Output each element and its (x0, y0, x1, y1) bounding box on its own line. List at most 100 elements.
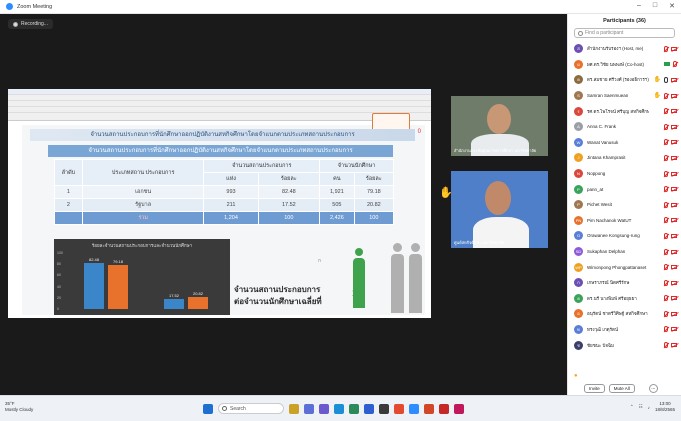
camera-off-icon (671, 327, 677, 332)
taskbar-search[interactable]: Search (218, 403, 284, 414)
col-student-group: จำนวนนักศึกษา (319, 159, 394, 173)
start-icon[interactable] (203, 403, 213, 414)
table-row: 1 เอกชน 993 82.48 1,921 79.18 (54, 185, 395, 199)
participant-name: ดร.นรี นางพิมพ์ ศรีอยุธยา (587, 295, 637, 301)
participant-name: Anna C. Frank (587, 124, 617, 130)
minimize-icon[interactable]: – (637, 2, 641, 10)
zoom-icon[interactable] (409, 403, 419, 414)
wifi-icon[interactable]: ☷ (639, 404, 643, 410)
chrome-icon[interactable] (394, 403, 404, 414)
more-options-button[interactable]: ... (648, 383, 658, 393)
camera-off-icon (671, 249, 677, 254)
data-table: ลำดับ ประเภทสถาน ประกอบการ จำนวนสถานประก… (54, 159, 395, 225)
participant-row[interactable]: PN Pim Nachanok WatUT (568, 213, 681, 229)
participant-row[interactable]: ด ดร.นรี นางพิมพ์ ศรีอยุธยา (568, 291, 681, 307)
participant-row[interactable]: ส สำนักงานรับรองฯ (Host, me) (568, 41, 681, 57)
acrobat-icon[interactable] (439, 403, 449, 414)
file-explorer-icon[interactable] (289, 403, 299, 414)
slide-header: จำนวนสถานประกอบการที่นักศึกษาออกปฏิบัติง… (30, 129, 415, 141)
participant-status (664, 123, 677, 130)
cell-type: รัฐบาล (81, 198, 205, 212)
mic-muted-icon (664, 139, 668, 146)
participant-row[interactable]: ด ดร.สมชาย ศรีวงศ์ (รองอธิการฯ) ✋ (568, 72, 681, 88)
participant-row[interactable]: ผ ผศ.ดร.วิชัย นพพงษ์ (Co-host) (568, 57, 681, 73)
participant-row[interactable]: ร รศ.ดร.ไพโรจน์ ศรีบุญ สหกิจศึกษา (568, 103, 681, 119)
video-tile-1[interactable]: สำนักงานประกันคุณภาพการศึกษา มหาวิทยาลัย (451, 96, 548, 156)
y-tick-label: 40 (57, 284, 61, 289)
person-figure-green (352, 248, 366, 308)
recording-label: Recording... (21, 21, 48, 27)
shared-app-toolbar (8, 89, 431, 121)
data-label: 82.48 (88, 256, 99, 262)
weather-widget[interactable]: 35°F Mostly Cloudy (5, 401, 33, 413)
ratio-line-1: จำนวนสถานประกอบการ (234, 284, 321, 294)
y-tick-label: 0 (57, 307, 59, 311)
maximize-icon[interactable]: □ (653, 2, 657, 10)
participant-row[interactable]: O Orawanee Kongsung-rung (568, 228, 681, 244)
avatar: ช (574, 340, 583, 350)
col-type: ประเภทสถาน ประกอบการ (81, 159, 205, 186)
word-icon[interactable] (364, 403, 374, 414)
participant-row[interactable]: SD Sukaphan Delphan (568, 244, 681, 260)
cell-count-pct: 17.52 (257, 198, 321, 212)
participant-status (664, 279, 677, 286)
data-label: 17.52 (168, 293, 179, 299)
avatar: ด (574, 293, 583, 303)
camera-off-icon (671, 93, 677, 98)
cell-seq: 2 (54, 198, 83, 212)
participant-row[interactable]: Ppann_at (568, 181, 681, 197)
participant-row[interactable]: A Anna C. Frank (568, 119, 681, 135)
data-label: 79.18 (112, 258, 123, 264)
camera-off-icon (671, 233, 677, 238)
mute-all-button[interactable]: Mute All (608, 383, 635, 393)
mic-icon (664, 76, 668, 83)
participant-row[interactable]: ท ทรงวุฒิ เกตุรัตน์ (568, 322, 681, 338)
participant-row[interactable]: อ อนุรัตน์ ชาตรีวิศิษฐ์ สหกิจศึกษา (568, 306, 681, 322)
col-seq: ลำดับ (54, 159, 83, 186)
avatar: P (574, 200, 583, 210)
shared-app-ribbon-2 (8, 107, 431, 113)
camera-off-icon (671, 46, 677, 51)
taskbar-apps: Search (203, 403, 464, 414)
volume-icon[interactable]: ♪ (648, 405, 650, 410)
participant-row[interactable]: P Pichet Wesit (568, 197, 681, 213)
camera-off-icon (671, 280, 677, 285)
windows-taskbar: 35°F Mostly Cloudy Search ⌃ ☷ ♪ 13:00 18… (0, 395, 681, 421)
participant-row[interactable]: N Noppong (568, 166, 681, 182)
clock[interactable]: 13:00 18/8/2565 (655, 401, 675, 413)
slide-side-mark: 0 (417, 129, 421, 135)
participant-row[interactable]: S Samran Saenmuean ✋ (568, 88, 681, 104)
powerpoint-icon[interactable] (424, 403, 434, 414)
mic-muted-icon (673, 61, 677, 68)
participant-row[interactable]: ก เกษราภรณ์ นิตศรีรักษ (568, 275, 681, 291)
reaction-icon[interactable]: ● (574, 373, 578, 379)
col-company-group: จำนวนสถานประกอบการ (203, 159, 321, 173)
record-icon (13, 21, 18, 27)
participant-row[interactable]: J Jintana Khamprasit (568, 150, 681, 166)
participant-row[interactable]: WP Wimonpong Phongpattanaset (568, 259, 681, 275)
camera-off-icon (671, 296, 677, 301)
participant-status (664, 310, 677, 317)
edge-icon[interactable] (334, 403, 344, 414)
recording-indicator[interactable]: Recording... (8, 19, 53, 29)
person-figure-gray-2 (408, 243, 422, 313)
participant-row[interactable]: ช ชัยชนะ ปัจฉิม (568, 337, 681, 353)
presentation-slide: จำนวนสถานประกอบการที่นักศึกษาออกปฏิบัติง… (22, 113, 425, 315)
table-row: 2 รัฐบาล 211 17.52 505 20.82 (54, 198, 395, 212)
participant-name: สำนักงานรับรองฯ (Host, me) (587, 46, 644, 52)
teams-icon[interactable] (319, 403, 329, 414)
widgets-icon[interactable] (304, 403, 314, 414)
video-tile-2[interactable]: ศูนย์สหกิจศึกษา มหาวิทยาลัย (451, 171, 548, 248)
chevron-up-icon[interactable]: ⌃ (630, 404, 634, 410)
store-icon[interactable] (379, 403, 389, 414)
participants-footer: Invite Mute All ... (568, 381, 681, 395)
invite-button[interactable]: Invite (584, 383, 605, 393)
video-name: ศูนย์สหกิจศึกษา มหาวิทยาลัย (454, 240, 505, 245)
app-icon[interactable] (454, 403, 464, 414)
close-icon[interactable]: ✕ (669, 2, 675, 10)
participant-row[interactable]: W Wanat Vanusuk (568, 135, 681, 151)
participants-title: Participants (36) (603, 18, 646, 24)
participant-name: ชัยชนะ ปัจฉิม (587, 342, 615, 348)
participant-search-input[interactable]: Find a participant (574, 28, 675, 38)
excel-icon[interactable] (349, 403, 359, 414)
